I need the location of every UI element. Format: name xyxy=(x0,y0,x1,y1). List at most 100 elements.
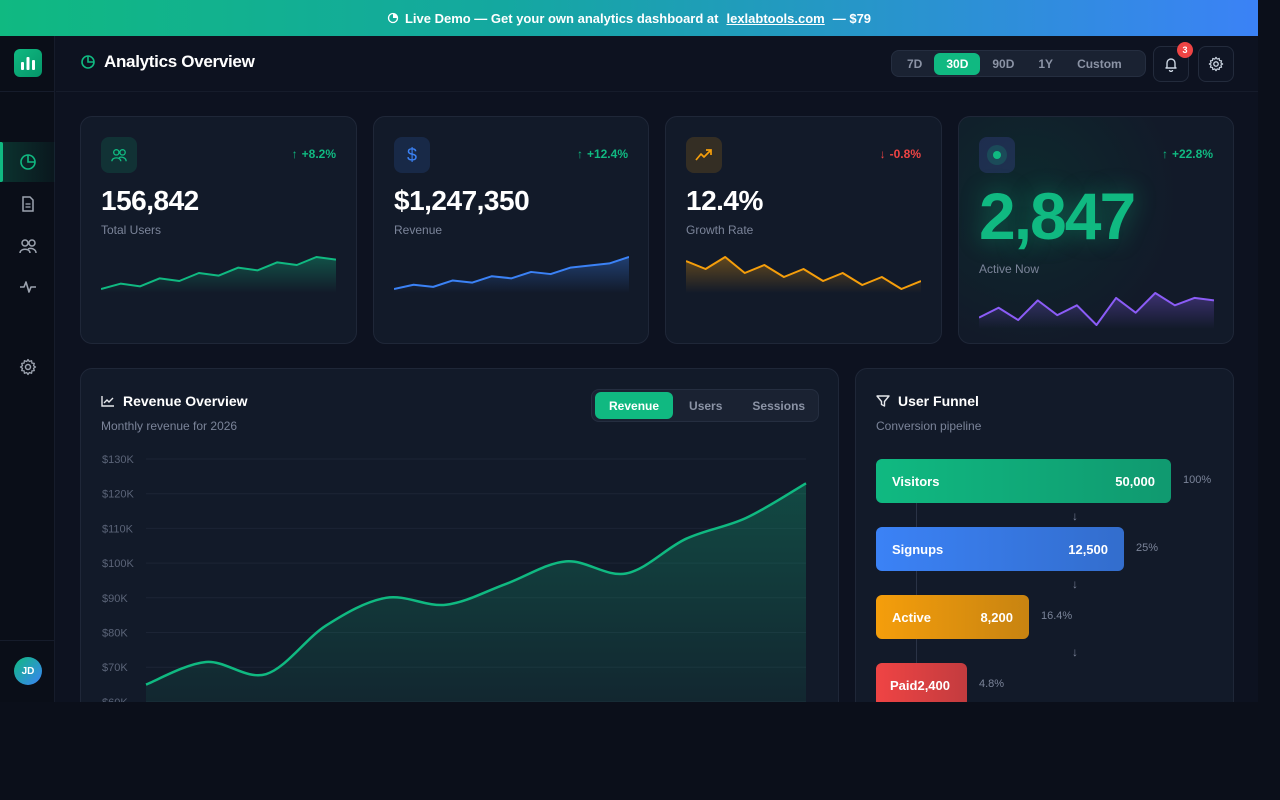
arrow-up-icon: ↑ xyxy=(1161,147,1168,161)
y-tick-label: $120K xyxy=(102,489,134,501)
trend-value: +12.4% xyxy=(586,147,628,161)
stat-card-active-now: ↑ +22.8% 2,847 Active Now xyxy=(958,116,1234,344)
revenue-area-chart: $130K $120K $110K $100K $90K $80K $70K $60K xyxy=(102,454,807,702)
top-header: Analytics Overview 7D 30D 90D 1Y Custom … xyxy=(56,36,1258,92)
gear-icon xyxy=(19,358,36,376)
sparkline xyxy=(394,256,629,293)
trend-value: +22.8% xyxy=(1171,147,1213,161)
arrow-down-icon: ↓ xyxy=(1072,509,1078,523)
range-7d[interactable]: 7D xyxy=(895,53,934,75)
stat-value: 156,842 xyxy=(101,185,199,216)
panel-title: User Funnel xyxy=(876,393,979,409)
stat-label: Active Now xyxy=(979,262,1040,276)
line-chart-icon xyxy=(101,396,114,407)
funnel-stage-percent: 100% xyxy=(1183,474,1212,486)
funnel-stage-percent: 4.8% xyxy=(979,678,1005,690)
funnel-stage-paid[interactable]: Paid 2,400 xyxy=(876,663,967,702)
trend-badge: ↑ +22.8% xyxy=(1162,147,1213,161)
funnel-stage-percent: 25% xyxy=(1136,542,1159,554)
stat-card-growth-rate: ↓ -0.8% 12.4% Growth Rate xyxy=(665,116,942,344)
trend-value: -0.8% xyxy=(889,147,921,161)
trend-badge: ↑ +12.4% xyxy=(577,147,628,161)
funnel-stage-label: Active xyxy=(892,609,932,625)
stat-value: 12.4% xyxy=(686,185,763,216)
notification-badge: 3 xyxy=(1177,42,1193,58)
activity-icon xyxy=(19,281,36,293)
notifications-button[interactable]: 3 xyxy=(1153,42,1193,82)
range-30d[interactable]: 30D xyxy=(934,52,981,75)
gear-icon xyxy=(1208,56,1224,72)
sidebar: JD xyxy=(0,36,55,702)
sidebar-item-reports[interactable] xyxy=(0,184,55,224)
range-90d[interactable]: 90D xyxy=(980,53,1026,75)
funnel-stage-signups[interactable]: Signups 12,500 xyxy=(876,527,1124,571)
stat-card-revenue: $ ↑ +12.4% $1,247,350 Revenue xyxy=(373,116,649,344)
funnel-connector xyxy=(916,639,917,663)
pie-chart-icon xyxy=(387,12,399,24)
y-tick-label: $130K xyxy=(102,454,134,466)
stat-label: Revenue xyxy=(394,223,443,237)
sidebar-item-activity[interactable] xyxy=(0,267,55,307)
logo-icon[interactable] xyxy=(14,49,42,77)
funnel-stage-value: 8,200 xyxy=(980,609,1013,625)
banner-text: Live Demo — Get your own analytics dashb… xyxy=(404,10,719,26)
funnel-connector xyxy=(916,503,917,527)
sidebar-divider xyxy=(0,640,55,641)
arrow-up-icon: ↑ xyxy=(576,147,583,161)
avatar[interactable]: JD xyxy=(14,657,42,685)
page-title-text: Analytics Overview xyxy=(104,52,255,71)
y-tick-label: $60K xyxy=(102,697,128,702)
settings-button[interactable] xyxy=(1198,46,1234,82)
sidebar-divider xyxy=(0,91,55,92)
funnel-connector xyxy=(916,571,917,595)
panel-subtitle: Conversion pipeline xyxy=(876,419,982,433)
filter-icon xyxy=(876,395,890,407)
funnel-stage-visitors[interactable]: Visitors 50,000 xyxy=(876,459,1171,503)
date-range-selector: 7D 30D 90D 1Y Custom xyxy=(891,50,1146,77)
funnel-stage-label: Visitors xyxy=(892,473,940,489)
tab-revenue[interactable]: Revenue xyxy=(595,392,674,419)
pie-chart-icon xyxy=(81,55,95,69)
live-dot-icon xyxy=(979,137,1015,173)
sparkline xyxy=(979,292,1214,329)
panel-subtitle: Monthly revenue for 2026 xyxy=(101,419,238,433)
funnel-stage-value: 50,000 xyxy=(1115,473,1155,489)
trending-up-icon xyxy=(686,137,722,173)
stat-value: $1,247,350 xyxy=(394,185,530,216)
active-now-value: 2,847 xyxy=(979,179,1136,253)
funnel-stage-active[interactable]: Active 8,200 xyxy=(876,595,1029,639)
banner-link[interactable]: lexlabtools.com xyxy=(726,11,824,26)
revenue-overview-panel: Revenue Overview Monthly revenue for 202… xyxy=(80,368,839,702)
arrow-down-icon: ↓ xyxy=(1072,645,1078,659)
metric-tabs: Revenue Users Sessions xyxy=(591,389,819,422)
promo-banner: Live Demo — Get your own analytics dashb… xyxy=(0,0,1258,36)
funnel-stage-value: 2,400 xyxy=(917,677,951,693)
sidebar-item-settings[interactable] xyxy=(0,347,55,387)
page-title: Analytics Overview xyxy=(80,52,255,72)
app-window: JD Analytics Overview 7D 30D 90D 1Y Cust… xyxy=(0,36,1258,702)
users-icon xyxy=(101,137,137,173)
sparkline xyxy=(101,256,336,293)
banner-price: — $79 xyxy=(832,10,872,26)
stat-label: Total Users xyxy=(101,223,162,237)
range-1y[interactable]: 1Y xyxy=(1026,53,1065,75)
trend-badge: ↑ +8.2% xyxy=(292,147,336,161)
panel-title-text: User Funnel xyxy=(898,393,979,409)
users-icon xyxy=(18,239,37,254)
funnel-stage-value: 12,500 xyxy=(1068,541,1108,557)
revenue-area xyxy=(146,483,806,702)
pie-chart-icon xyxy=(19,154,36,170)
document-icon xyxy=(21,196,34,212)
range-custom[interactable]: Custom xyxy=(1065,53,1134,75)
funnel-stage-label: Paid xyxy=(890,677,918,693)
sparkline-area xyxy=(686,257,921,293)
tab-users[interactable]: Users xyxy=(675,392,736,419)
sidebar-item-dashboard[interactable] xyxy=(0,142,55,182)
funnel-stage-percent: 16.4% xyxy=(1041,610,1073,622)
user-funnel-panel: User Funnel Conversion pipeline Visitors… xyxy=(855,368,1234,702)
panel-title: Revenue Overview xyxy=(101,393,248,409)
y-tick-label: $90K xyxy=(102,593,128,605)
tab-sessions[interactable]: Sessions xyxy=(738,392,819,419)
trend-badge: ↓ -0.8% xyxy=(880,147,921,161)
sidebar-item-users[interactable] xyxy=(0,226,55,266)
